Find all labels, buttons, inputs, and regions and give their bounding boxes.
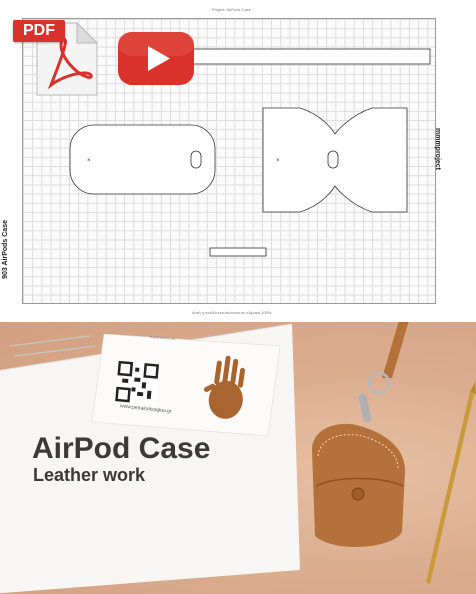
front-piece <box>69 124 216 195</box>
brass-pen <box>426 392 474 584</box>
strap <box>382 322 409 378</box>
front-mark: × <box>87 158 91 164</box>
project-title: 903 AirPods Case <box>2 220 9 279</box>
pdf-label-box: PDF <box>13 20 65 42</box>
qr-code <box>114 360 160 406</box>
small-strip <box>209 247 267 257</box>
keyring <box>367 371 391 395</box>
snap-button <box>351 487 365 501</box>
headline-subtitle: Leather work <box>33 465 146 485</box>
body-piece <box>262 107 408 213</box>
headline-title: AirPod Case <box>32 432 211 465</box>
bottom-caption: Αυτή η σελίδα εκτυπώνεται σε κλίμακα 100… <box>192 310 272 315</box>
airpod-case <box>312 423 406 548</box>
pdf-download-badge[interactable]: PDF <box>13 17 101 97</box>
body-mark: × <box>276 158 280 164</box>
pdf-label: PDF <box>23 22 55 39</box>
youtube-play-icon <box>118 32 194 85</box>
swivel-clasp <box>358 394 372 422</box>
brand-label: mmmproject <box>434 128 441 171</box>
youtube-video-badge[interactable] <box>117 31 195 86</box>
